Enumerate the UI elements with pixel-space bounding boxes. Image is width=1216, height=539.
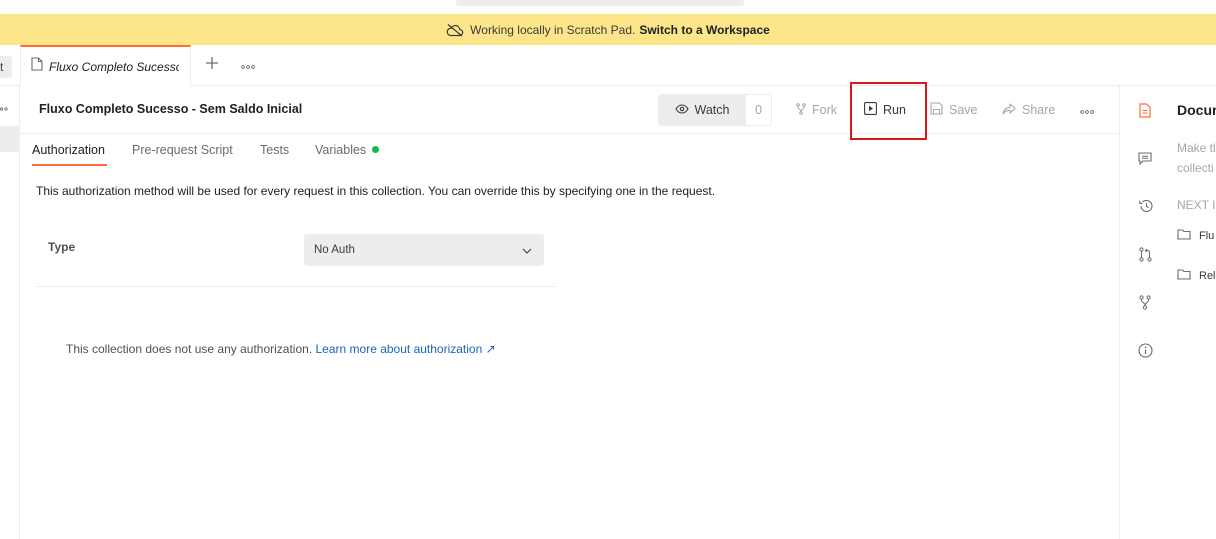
next-item-label: Flu bbox=[1199, 229, 1215, 242]
next-item-label: Rel bbox=[1199, 269, 1216, 282]
fork-label: Fork bbox=[812, 103, 837, 117]
share-button[interactable]: Share bbox=[1002, 94, 1055, 126]
save-label: Save bbox=[949, 103, 978, 117]
auth-type-select[interactable]: No Auth bbox=[304, 234, 544, 266]
watch-button[interactable]: Watch bbox=[658, 94, 746, 126]
run-button[interactable]: Run bbox=[864, 94, 906, 126]
collection-doc-icon bbox=[31, 57, 43, 76]
tab-variables-label: Variables bbox=[315, 143, 367, 157]
comments-icon[interactable] bbox=[1137, 150, 1153, 166]
watch-count: 0 bbox=[746, 94, 772, 126]
no-auth-text: This collection does not use any authori… bbox=[66, 342, 313, 356]
sidebar-selected-item[interactable] bbox=[0, 126, 19, 152]
tab-tests[interactable]: Tests bbox=[260, 143, 289, 157]
left-sidebar-rail bbox=[0, 86, 20, 539]
documentation-description: Make tl collecti bbox=[1177, 138, 1216, 178]
no-auth-message: This collection does not use any authori… bbox=[66, 342, 496, 356]
cloud-off-icon bbox=[446, 23, 464, 37]
tab-variables[interactable]: Variables bbox=[315, 143, 380, 157]
next-items-label: NEXT II bbox=[1177, 198, 1216, 212]
share-arrow-icon bbox=[1002, 102, 1022, 118]
auth-divider bbox=[36, 286, 556, 287]
fork-button[interactable]: Fork bbox=[796, 94, 837, 126]
sidebar-more-icon[interactable] bbox=[0, 98, 10, 111]
history-icon[interactable] bbox=[1137, 198, 1153, 214]
collection-title: Fluxo Completo Sucesso - Sem Saldo Inici… bbox=[39, 102, 303, 116]
search-bar-stub[interactable] bbox=[456, 0, 744, 6]
new-tab-button[interactable] bbox=[203, 56, 221, 74]
documentation-description-line: collecti bbox=[1177, 161, 1214, 175]
plus-icon bbox=[205, 56, 219, 75]
more-horizontal-icon bbox=[241, 56, 255, 74]
folder-icon bbox=[1177, 268, 1199, 283]
save-icon bbox=[930, 102, 949, 118]
collection-options-button[interactable] bbox=[1080, 94, 1100, 126]
tab-label: Fluxo Completo Sucesso bbox=[49, 59, 179, 74]
tab-pre-request-script[interactable]: Pre-request Script bbox=[132, 143, 233, 157]
tab-strip: t Fluxo Completo Sucesso bbox=[0, 45, 1216, 86]
eye-icon bbox=[674, 103, 695, 117]
fork-icon bbox=[796, 102, 812, 118]
auth-description: This authorization method will be used f… bbox=[36, 184, 716, 198]
info-icon[interactable] bbox=[1137, 342, 1153, 358]
top-bar bbox=[0, 0, 1216, 14]
play-square-icon bbox=[864, 102, 883, 118]
folder-icon bbox=[1177, 228, 1199, 243]
save-button[interactable]: Save bbox=[930, 94, 978, 126]
auth-type-value: No Auth bbox=[314, 244, 355, 256]
banner-text: Working locally in Scratch Pad. bbox=[470, 22, 636, 37]
tab-authorization[interactable]: Authorization bbox=[32, 143, 107, 166]
share-label: Share bbox=[1022, 103, 1056, 117]
scratch-pad-banner: Working locally in Scratch Pad. Switch t… bbox=[0, 14, 1216, 45]
run-label: Run bbox=[883, 103, 906, 117]
documentation-title: Docur bbox=[1177, 102, 1216, 118]
next-item-folder[interactable]: Rel bbox=[1177, 268, 1216, 283]
left-tab-stub[interactable]: t bbox=[0, 56, 12, 78]
right-context-panel: Docur Make tl collecti NEXT II Flu Rel bbox=[1119, 86, 1216, 539]
learn-more-auth-link[interactable]: Learn more about authorization ↗ bbox=[316, 342, 496, 356]
watch-group: Watch 0 bbox=[658, 94, 772, 126]
variables-status-dot bbox=[372, 146, 380, 153]
watch-label: Watch bbox=[694, 103, 730, 117]
chevron-down-icon bbox=[522, 245, 532, 257]
documentation-icon[interactable] bbox=[1137, 102, 1153, 118]
collection-header: Fluxo Completo Sucesso - Sem Saldo Inici… bbox=[20, 82, 1119, 140]
fork-icon[interactable] bbox=[1137, 294, 1153, 310]
tab-options-button[interactable] bbox=[238, 57, 258, 73]
auth-type-label: Type bbox=[48, 240, 76, 254]
more-horizontal-icon bbox=[1080, 103, 1100, 117]
switch-workspace-link[interactable]: Switch to a Workspace bbox=[639, 23, 769, 37]
documentation-description-line: Make tl bbox=[1177, 141, 1216, 155]
next-item-folder[interactable]: Flu bbox=[1177, 228, 1214, 243]
collection-subtabs: Authorization Pre-request Script Tests V… bbox=[20, 134, 1119, 168]
pull-request-icon[interactable] bbox=[1137, 246, 1153, 262]
tab-collection[interactable]: Fluxo Completo Sucesso bbox=[20, 45, 191, 86]
